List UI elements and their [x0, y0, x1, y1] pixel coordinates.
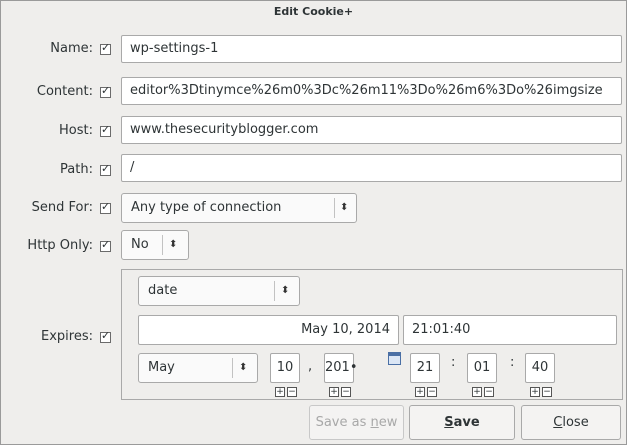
up-down-arrow-icon: ⬍: [239, 362, 248, 373]
http-only-checkbox[interactable]: [100, 238, 111, 252]
day-minus-icon[interactable]: −: [287, 387, 297, 397]
day-spinner[interactable]: 10: [270, 353, 300, 383]
month-value: May: [148, 360, 175, 375]
edit-cookie-dialog: Edit Cookie+ Name: wp-settings-1 Content…: [0, 0, 627, 445]
month-select[interactable]: May ⬍: [138, 353, 258, 383]
hour-spinner[interactable]: 21: [410, 353, 440, 383]
second-minus-icon[interactable]: −: [542, 387, 552, 397]
hour-plus-icon[interactable]: +: [415, 387, 425, 397]
content-checkbox[interactable]: [100, 84, 111, 98]
save-as-new-button[interactable]: Save as new: [309, 405, 404, 440]
send-for-label: Send For:: [31, 200, 93, 215]
year-plus-icon[interactable]: +: [329, 387, 339, 397]
path-label: Path:: [60, 162, 93, 177]
send-for-select[interactable]: Any type of connection ⬍: [121, 193, 357, 223]
path-field[interactable]: /: [121, 154, 622, 182]
http-only-value: No: [131, 237, 149, 252]
expires-time-field[interactable]: 21:01:40: [403, 315, 617, 345]
year-spinner[interactable]: 201•: [324, 353, 357, 383]
up-down-arrow-icon: ⬍: [169, 239, 178, 250]
content-label: Content:: [36, 84, 93, 99]
second-plus-icon[interactable]: +: [530, 387, 540, 397]
content-field[interactable]: editor%3Dtinymce%26m0%3Dc%26m11%3Do%26m6…: [121, 77, 622, 105]
calendar-icon[interactable]: [388, 352, 401, 365]
time-separator-1: :: [451, 355, 456, 370]
hour-minus-icon[interactable]: −: [427, 387, 437, 397]
date-separator: ,: [308, 359, 313, 374]
expires-date-field[interactable]: May 10, 2014: [138, 315, 399, 345]
http-only-label: Http Only:: [27, 238, 93, 253]
minute-plus-icon[interactable]: +: [472, 387, 482, 397]
path-checkbox[interactable]: [100, 162, 111, 176]
day-plus-icon[interactable]: +: [275, 387, 285, 397]
name-label: Name:: [50, 41, 93, 56]
save-button[interactable]: Save: [409, 405, 515, 440]
name-checkbox[interactable]: [100, 41, 111, 55]
year-minus-icon[interactable]: −: [341, 387, 351, 397]
expires-panel: date ⬍ May 10, 2014 21:01:40 May ⬍ 10 , …: [121, 269, 623, 400]
expires-mode-value: date: [148, 283, 178, 298]
http-only-select[interactable]: No ⬍: [121, 230, 189, 260]
expires-checkbox[interactable]: [100, 329, 111, 343]
send-for-checkbox[interactable]: [100, 200, 111, 214]
time-separator-2: :: [510, 355, 515, 370]
up-down-arrow-icon: ⬍: [340, 202, 349, 213]
expires-label: Expires:: [41, 329, 93, 344]
host-checkbox[interactable]: [100, 123, 111, 137]
close-button[interactable]: Close: [521, 405, 621, 440]
minute-spinner[interactable]: 01: [467, 353, 497, 383]
name-field[interactable]: wp-settings-1: [121, 35, 622, 63]
up-down-arrow-icon: ⬍: [281, 285, 290, 296]
host-label: Host:: [59, 123, 93, 138]
minute-minus-icon[interactable]: −: [484, 387, 494, 397]
second-spinner[interactable]: 40: [525, 353, 555, 383]
window-title: Edit Cookie+: [273, 5, 354, 18]
host-field[interactable]: www.thesecurityblogger.com: [121, 116, 622, 144]
expires-mode-select[interactable]: date ⬍: [138, 276, 300, 306]
send-for-value: Any type of connection: [131, 200, 282, 215]
